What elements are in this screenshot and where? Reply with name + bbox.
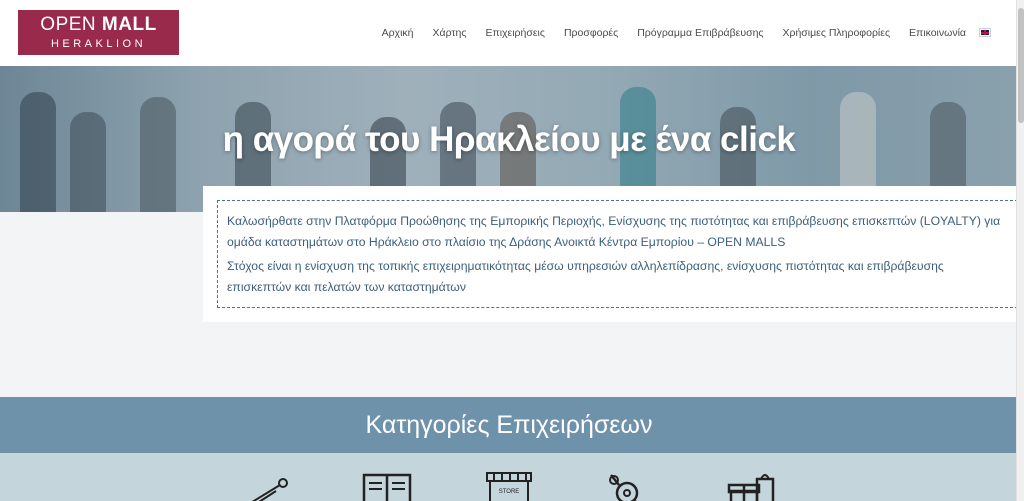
intro-paragraph-1: Καλωσήρθατε στην Πλατφόρμα Προώθησης της… bbox=[227, 214, 1001, 249]
store-sign-text: STORE bbox=[499, 489, 520, 495]
logo-line2: HERAKLION bbox=[50, 38, 147, 50]
categories-title: Κατηγορίες Επιχειρήσεων bbox=[365, 411, 653, 439]
nav-businesses[interactable]: Επιχειρήσεις bbox=[485, 27, 544, 39]
nav-loyalty-program[interactable]: Πρόγραμμα Επιβράβευσης bbox=[637, 27, 763, 39]
gift-icon[interactable] bbox=[727, 471, 777, 501]
book-icon[interactable] bbox=[362, 471, 412, 501]
site-header: OPEN MALL HERAKLION Αρχική Χάρτης Επιχει… bbox=[0, 0, 1016, 66]
site-logo[interactable]: OPEN MALL HERAKLION bbox=[18, 10, 179, 55]
categories-icons-area: STORE bbox=[0, 453, 1016, 501]
logo-open-text: OPEN bbox=[40, 14, 102, 35]
categories-header: Κατηγορίες Επιχειρήσεων bbox=[0, 397, 1016, 453]
hero-title: η αγορά του Ηρακλείου με ένα click bbox=[222, 120, 796, 159]
scrollbar-thumb[interactable] bbox=[1018, 8, 1024, 123]
nav-map[interactable]: Χάρτης bbox=[433, 27, 467, 39]
page-scrollbar[interactable] bbox=[1016, 0, 1024, 501]
nav-home[interactable]: Αρχική bbox=[382, 27, 414, 39]
intro-box: Καλωσήρθατε στην Πλατφόρμα Προώθησης της… bbox=[217, 200, 1018, 308]
safety-pin-icon[interactable] bbox=[240, 471, 290, 501]
nav-useful-info[interactable]: Χρήσιμες Πληροφορίες bbox=[782, 27, 890, 39]
store-icon[interactable]: STORE bbox=[484, 471, 534, 501]
intro-paragraph-2: Στόχος είναι η ενίσχυση της τοπικής επιχ… bbox=[227, 259, 944, 294]
nav-contact[interactable]: Επικοινωνία bbox=[909, 27, 966, 39]
intro-card: Καλωσήρθατε στην Πλατφόρμα Προώθησης της… bbox=[203, 186, 1018, 322]
logo-line1: OPEN MALL bbox=[18, 10, 179, 35]
candy-icon[interactable] bbox=[605, 471, 655, 501]
main-nav: Αρχική Χάρτης Επιχειρήσεις Προσφορές Πρό… bbox=[363, 27, 991, 39]
nav-offers[interactable]: Προσφορές bbox=[564, 27, 618, 39]
logo-mall-text: MALL bbox=[101, 14, 157, 35]
uk-flag-icon[interactable] bbox=[979, 28, 991, 37]
